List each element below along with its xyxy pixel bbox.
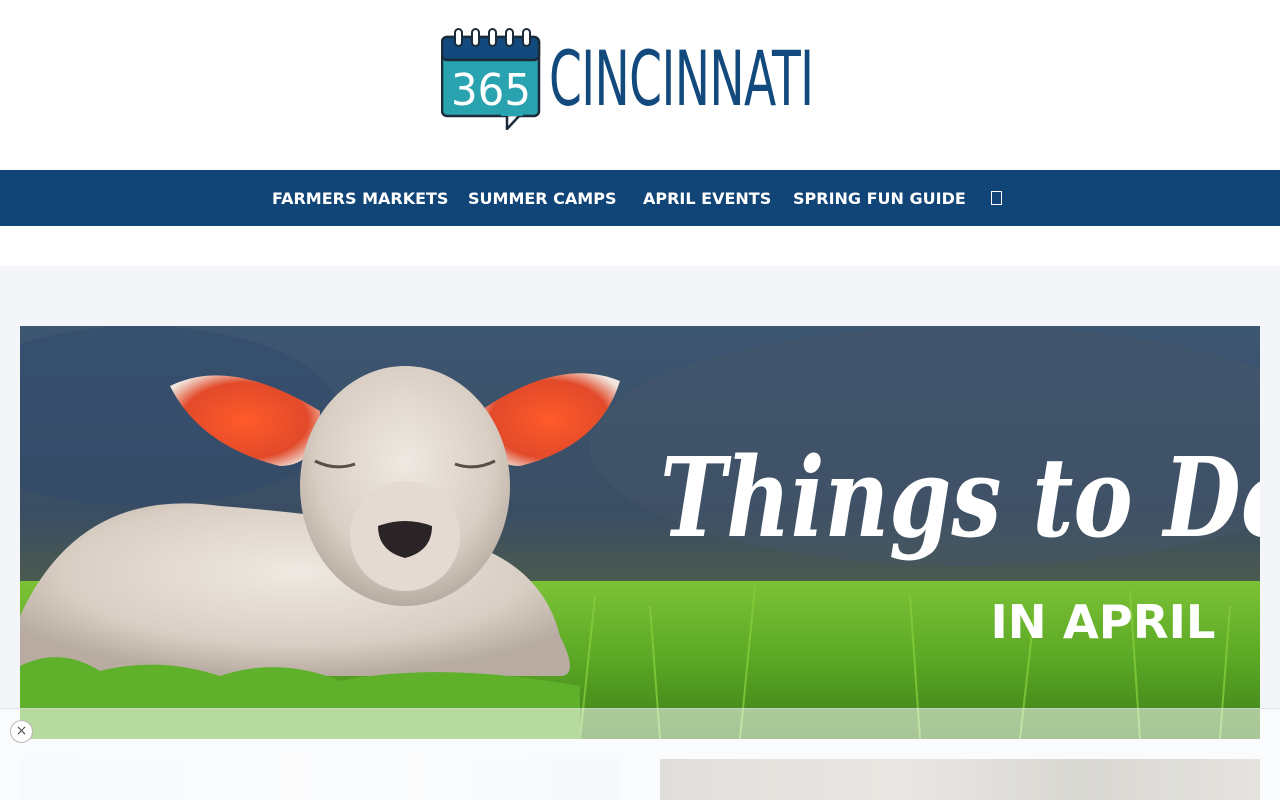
main-nav: FARMERS MARKETS SUMMER CAMPS APRIL EVENT… — [0, 170, 1280, 226]
calendar-logo-icon: 365 — [440, 28, 541, 131]
site-header: 365 CINCINNATI — [0, 0, 1280, 170]
nav-item-april-events[interactable]: APRIL EVENTS — [643, 170, 771, 226]
hero-subheadline: IN APRIL — [991, 595, 1216, 649]
logo-number: 365 — [451, 65, 531, 116]
logo-wordmark: CINCINNATI — [549, 34, 814, 123]
nav-item-farmers-markets[interactable]: FARMERS MARKETS — [272, 170, 448, 226]
site-logo[interactable]: 365 CINCINNATI — [440, 28, 975, 131]
close-icon[interactable]: × — [10, 720, 33, 743]
ad-overlay — [0, 708, 1280, 800]
header-spacer — [0, 226, 1280, 266]
hero-banner[interactable]: Things to Do IN APRIL — [20, 326, 1260, 739]
search-icon[interactable] — [991, 191, 1002, 205]
hero-headline: Things to Do — [660, 433, 1260, 562]
nav-item-spring-fun-guide[interactable]: SPRING FUN GUIDE — [793, 170, 966, 226]
nav-item-summer-camps[interactable]: SUMMER CAMPS — [468, 170, 616, 226]
